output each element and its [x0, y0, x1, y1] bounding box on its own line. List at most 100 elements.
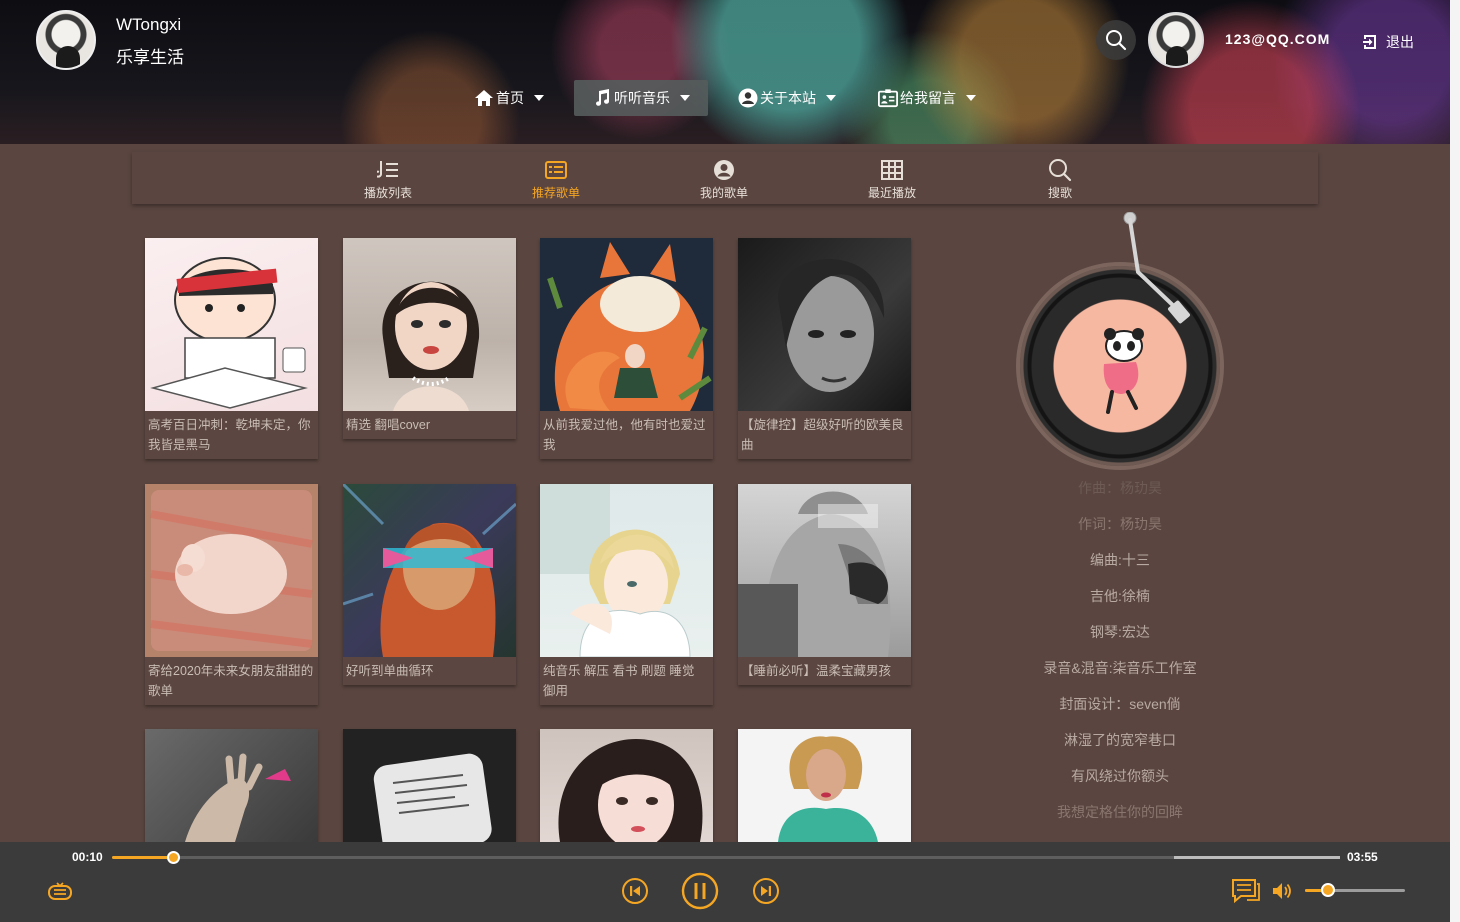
window-edge — [1450, 0, 1460, 922]
playlist-cover[interactable] — [145, 484, 318, 657]
volume-button[interactable] — [1271, 881, 1293, 901]
lyric-line: 有风绕过你额头 — [1071, 768, 1169, 784]
lyric-line: 录音&混音:柒音乐工作室 — [1043, 660, 1197, 676]
tab-label: 推荐歌单 — [531, 186, 580, 200]
playlist-icon — [377, 158, 399, 182]
volume-icon — [1273, 883, 1291, 899]
tab-search[interactable]: 搜歌 — [1010, 158, 1110, 201]
tab-label: 播放列表 — [363, 186, 412, 200]
logout-icon — [1363, 35, 1376, 49]
logout-button[interactable]: 退出 — [1362, 32, 1414, 52]
pause-button[interactable] — [681, 872, 719, 910]
next-button[interactable] — [752, 877, 780, 905]
brand-avatar[interactable] — [36, 10, 96, 70]
lyric-line: 淋湿了的宽窄巷口 — [1064, 732, 1176, 748]
playlist-title[interactable]: 寄给2020年未来女朋友甜甜的歌单 — [145, 657, 318, 705]
search-icon — [1106, 30, 1127, 51]
chevron-down-icon — [826, 95, 836, 101]
current-time: 00:10 — [72, 850, 103, 864]
user-circle-icon — [738, 88, 758, 108]
tab-label: 最近播放 — [867, 186, 916, 200]
progress-buffer — [1174, 856, 1340, 859]
player-bar: 00:10 03:55 — [0, 842, 1450, 922]
skip-next-icon — [753, 878, 779, 904]
playlist-title[interactable]: 好听到单曲循环 — [343, 657, 516, 685]
playlist-title[interactable]: 【旋律控】超级好听的欧美良曲 — [738, 411, 911, 459]
nav-item-message[interactable]: 给我留言 — [866, 80, 988, 116]
playlist-cover[interactable] — [343, 238, 516, 411]
progress-handle[interactable] — [167, 851, 181, 864]
message-board-icon — [878, 88, 898, 108]
search-icon — [1048, 158, 1072, 182]
tonearm — [1123, 212, 1190, 324]
tab-playlist[interactable]: 播放列表 — [338, 158, 438, 201]
lyric-line: 钢琴:宏达 — [1090, 624, 1150, 640]
chevron-down-icon — [680, 95, 690, 101]
lyric-line: 作曲：杨玏昊 — [1078, 480, 1162, 496]
playlist-cover[interactable] — [738, 729, 911, 842]
playlist-cover[interactable] — [738, 484, 911, 657]
header-search-button[interactable] — [1096, 20, 1136, 60]
comment-lines-icon — [1232, 879, 1260, 904]
nav-item-label: 听听音乐 — [614, 90, 670, 106]
previous-button[interactable] — [621, 877, 649, 905]
logout-label: 退出 — [1386, 34, 1414, 50]
playlist-title[interactable]: 从前我爱过他，他有时也爱过我 — [540, 411, 713, 459]
music-subtabs: 播放列表 推荐歌单 我的歌单 最近播放 搜歌 — [132, 152, 1318, 204]
playlist-card[interactable]: 高考百日冲刺：乾坤未定，你我皆是黑马 — [145, 238, 318, 459]
playlist-toggle-button[interactable] — [46, 880, 74, 904]
playlist-cover[interactable] — [540, 484, 713, 657]
recommend-list-icon — [545, 158, 567, 182]
lyric-line: 吉他:徐楠 — [1090, 588, 1150, 604]
tab-my-list[interactable]: 我的歌单 — [674, 158, 774, 201]
nav-item-label: 首页 — [496, 90, 524, 106]
total-time: 03:55 — [1347, 850, 1378, 864]
playlist-cover[interactable] — [343, 484, 516, 657]
brand-name[interactable]: WTongxi — [116, 15, 181, 35]
recent-grid-icon — [881, 158, 903, 182]
playlist-card[interactable]: 【旋律控】超级好听的欧美良曲 — [738, 238, 911, 459]
tab-recommend[interactable]: 推荐歌单 — [506, 158, 606, 201]
music-note-icon — [592, 88, 612, 108]
lyric-line: 作词：杨玏昊 — [1078, 516, 1162, 532]
chevron-down-icon — [534, 95, 544, 101]
user-avatar[interactable] — [1148, 12, 1204, 68]
nav-item-home[interactable]: 首页 — [462, 80, 556, 116]
playlist-title[interactable]: 精选 翻唱cover — [343, 411, 516, 439]
nav-item-music[interactable]: 听听音乐 — [574, 80, 708, 116]
nav-item-label: 关于本站 — [760, 90, 816, 106]
lyric-line: 封面设计：seven倘 — [1059, 696, 1181, 712]
tab-recent[interactable]: 最近播放 — [842, 158, 942, 201]
user-email[interactable]: 123@QQ.COM — [1225, 31, 1330, 47]
header: WTongxi 乐享生活 首页 听听音乐 关于本站 给我留言 123@QQ.CO… — [0, 0, 1460, 144]
tab-label: 搜歌 — [1047, 186, 1072, 200]
playlist-card[interactable]: 【睡前必听】温柔宝藏男孩 — [738, 484, 911, 685]
brand-slogan: 乐享生活 — [116, 48, 184, 67]
lyrics-panel: 作曲：杨玏昊 作词：杨玏昊 编曲:十三 吉他:徐楠 钢琴:宏达 录音&混音:柒音… — [1000, 476, 1240, 836]
lyric-line: 我想定格住你的回眸 — [1057, 804, 1183, 820]
playlist-card[interactable]: 精选 翻唱cover — [343, 238, 516, 439]
playlist-cover[interactable] — [343, 729, 516, 842]
volume-handle[interactable] — [1321, 883, 1335, 897]
playlist-cover[interactable] — [145, 729, 318, 842]
playlist-title[interactable]: 【睡前必听】温柔宝藏男孩 — [738, 657, 911, 685]
playlist-queue-icon — [48, 882, 72, 900]
chevron-down-icon — [966, 95, 976, 101]
nav-item-about[interactable]: 关于本站 — [726, 80, 848, 116]
playlist-cover[interactable] — [540, 238, 713, 411]
progress-track[interactable] — [112, 856, 1340, 859]
playlist-card[interactable]: 寄给2020年未来女朋友甜甜的歌单 — [145, 484, 318, 705]
playlist-cover[interactable] — [540, 729, 713, 842]
nav-item-label: 给我留言 — [900, 90, 956, 106]
playlist-card[interactable]: 从前我爱过他，他有时也爱过我 — [540, 238, 713, 459]
playlist-title[interactable]: 高考百日冲刺：乾坤未定，你我皆是黑马 — [145, 411, 318, 459]
playlist-cover[interactable] — [145, 238, 318, 411]
lyrics-toggle-button[interactable] — [1230, 878, 1262, 904]
playlist-title[interactable]: 纯音乐 解压 看书 刷题 睡觉 御用 — [540, 657, 713, 705]
main-nav: 首页 听听音乐 关于本站 给我留言 — [462, 80, 1006, 116]
progress-fill — [112, 856, 174, 859]
playlist-card[interactable]: 好听到单曲循环 — [343, 484, 516, 685]
playlist-cover[interactable] — [738, 238, 911, 411]
my-list-icon — [713, 158, 735, 182]
playlist-card[interactable]: 纯音乐 解压 看书 刷题 睡觉 御用 — [540, 484, 713, 705]
